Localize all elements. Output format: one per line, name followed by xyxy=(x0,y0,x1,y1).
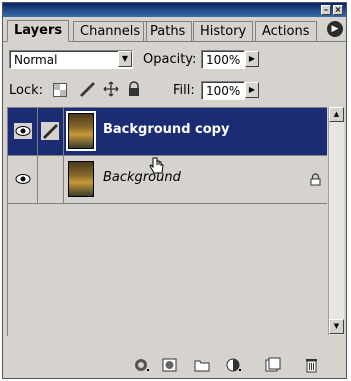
opacity-field[interactable]: 100% xyxy=(201,50,245,69)
lock-icon xyxy=(310,173,321,186)
blend-mode-select[interactable]: Normal xyxy=(9,50,133,69)
tab-channels[interactable]: Channels xyxy=(73,21,148,41)
layer-thumbnail xyxy=(66,111,96,151)
tab-history[interactable]: History xyxy=(193,21,254,41)
layer-name: Background copy xyxy=(103,122,230,137)
eye-icon xyxy=(14,123,32,139)
link-cell[interactable] xyxy=(38,156,64,203)
visibility-cell[interactable] xyxy=(8,156,38,203)
lock-brush-icon[interactable] xyxy=(79,81,95,97)
layer-row[interactable]: Background xyxy=(8,156,327,204)
adjustment-layer-icon[interactable] xyxy=(225,357,243,373)
minimize-button[interactable]: – xyxy=(321,5,331,15)
scroll-up-icon[interactable]: ▲ xyxy=(329,107,344,122)
link-cell[interactable] xyxy=(38,108,64,155)
tab-layers[interactable]: Layers xyxy=(7,20,70,42)
layer-row[interactable]: Background copy xyxy=(8,108,327,156)
layers-scrollbar[interactable]: ▲ ▼ xyxy=(328,107,344,335)
tab-paths[interactable]: Paths xyxy=(143,21,193,41)
new-group-icon[interactable] xyxy=(193,357,211,373)
fill-slider-arrow-icon[interactable]: ▶ xyxy=(245,82,259,98)
scroll-down-icon[interactable]: ▼ xyxy=(329,319,344,334)
brush-icon xyxy=(41,122,59,140)
fill-field[interactable]: 100% xyxy=(201,81,245,100)
palette-footer xyxy=(3,355,346,377)
hand-cursor-icon xyxy=(149,157,164,174)
fill-value: 100% xyxy=(206,84,241,98)
fill-label: Fill: xyxy=(173,83,195,98)
tab-bar: Layers Channels Paths History Actions ▶ xyxy=(3,17,346,42)
palette-menu-icon[interactable]: ▶ xyxy=(327,21,343,37)
opacity-label: Opacity: xyxy=(143,52,197,67)
layers-list: Background copy Background xyxy=(7,107,327,336)
tab-actions[interactable]: Actions xyxy=(255,21,317,41)
layer-thumbnail xyxy=(68,161,94,197)
eye-icon xyxy=(15,174,31,184)
opacity-value: 100% xyxy=(206,53,241,67)
lock-move-icon[interactable] xyxy=(103,81,119,97)
chevron-down-icon[interactable]: ▼ xyxy=(118,51,132,67)
opacity-slider-arrow-icon[interactable]: ▶ xyxy=(245,51,259,67)
blend-mode-value: Normal xyxy=(14,53,58,67)
trash-icon[interactable] xyxy=(303,357,321,373)
lock-label: Lock: xyxy=(9,83,44,98)
palette-title-bar[interactable]: – × xyxy=(3,3,346,17)
close-button[interactable]: × xyxy=(333,5,343,15)
lock-all-icon[interactable] xyxy=(127,81,141,97)
layer-mask-icon[interactable] xyxy=(161,357,179,373)
layer-name: Background xyxy=(103,170,181,185)
lock-transparent-icon[interactable] xyxy=(53,83,67,97)
visibility-cell[interactable] xyxy=(8,108,38,155)
layer-style-icon[interactable] xyxy=(133,357,151,373)
new-layer-icon[interactable] xyxy=(263,357,281,373)
layers-palette: – × Layers Channels Paths History Action… xyxy=(2,2,347,379)
